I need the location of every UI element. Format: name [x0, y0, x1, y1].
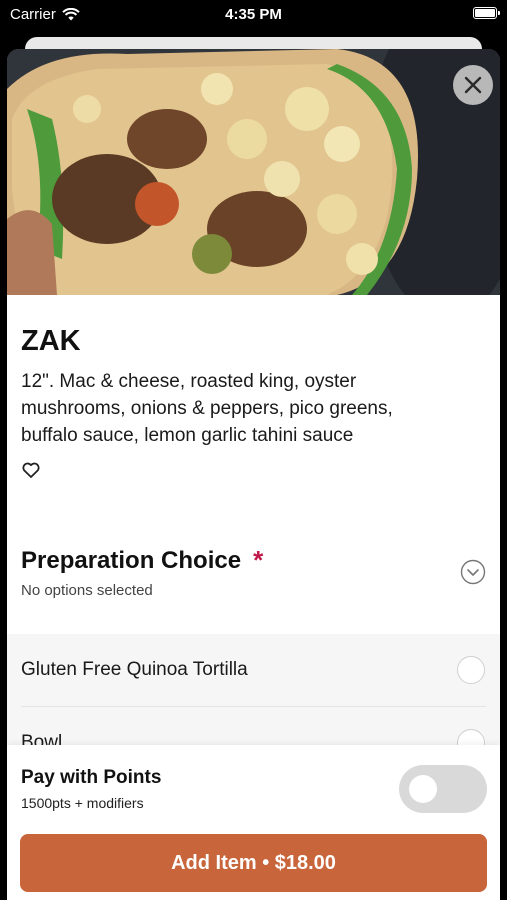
preparation-choice-header[interactable]: Preparation Choice * — [21, 545, 263, 576]
option-radio[interactable] — [457, 656, 485, 684]
food-photo-icon — [7, 49, 500, 295]
item-image — [7, 49, 500, 295]
pay-with-points-title: Pay with Points — [21, 767, 162, 788]
toggle-knob — [409, 775, 437, 803]
add-item-button[interactable]: Add Item • $18.00 — [20, 834, 487, 892]
option-gluten-free-quinoa-tortilla[interactable]: Gluten Free Quinoa Tortilla — [7, 634, 500, 707]
item-title: ZAK — [21, 325, 81, 357]
preparation-subtitle: No options selected — [21, 582, 153, 599]
preparation-title: Preparation Choice — [21, 546, 242, 574]
battery-icon — [473, 7, 500, 19]
close-icon — [464, 76, 482, 94]
checkout-panel: Pay with Points 1500pts + modifiers Add … — [7, 745, 500, 900]
favorite-heart-icon[interactable] — [21, 460, 41, 480]
item-detail-sheet: ZAK 12". Mac & cheese, roasted king, oys… — [7, 49, 500, 900]
clock: 4:35 PM — [225, 6, 282, 23]
chevron-down-icon[interactable] — [460, 559, 486, 585]
option-label: Gluten Free Quinoa Tortilla — [21, 659, 248, 680]
close-button[interactable] — [453, 65, 493, 105]
required-marker: * — [253, 545, 264, 575]
item-description: 12". Mac & cheese, roasted king, oyster … — [21, 371, 393, 446]
pay-with-points-subtitle: 1500pts + modifiers — [21, 795, 144, 811]
status-bar: Carrier 4:35 PM — [0, 0, 507, 30]
pay-with-points-toggle[interactable] — [399, 765, 487, 813]
